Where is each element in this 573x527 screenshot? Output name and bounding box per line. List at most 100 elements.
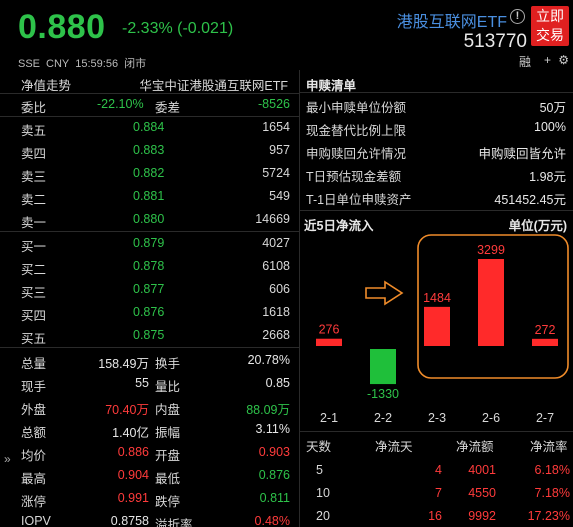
flow-amount: 4550: [468, 486, 496, 500]
sell-price: 0.883: [133, 143, 165, 157]
stat-label: 最高: [21, 472, 47, 486]
redemption-item: 现金替代比例上限 100%: [306, 117, 570, 139]
stat-value: 0.811: [259, 491, 290, 505]
add-icon[interactable]: +: [544, 53, 551, 67]
buy-row[interactable]: 买二 0.878 6108: [17, 256, 294, 279]
divider: [300, 431, 573, 432]
sell-row[interactable]: 卖三 0.882 5724: [17, 163, 294, 186]
sell-row[interactable]: 卖一 0.880 14669: [17, 209, 294, 232]
flow-amount: 9992: [468, 509, 496, 523]
col-days-inflow: 净流天: [375, 440, 413, 454]
sell-level-label: 卖二: [21, 193, 47, 207]
sell-level-label: 卖三: [21, 170, 47, 184]
flow-table-row: 5 4 4001 6.18%: [300, 460, 573, 482]
stat-value: 0.85: [265, 376, 290, 390]
margin-icon[interactable]: 融: [519, 53, 531, 70]
stat-label: 开盘: [155, 449, 181, 463]
redemption-value: 申购赎回皆允许: [478, 147, 566, 161]
bar-2-2: [370, 349, 396, 385]
stat-value: 55: [135, 376, 149, 390]
flow-rate: 6.18%: [534, 463, 570, 477]
info-icon[interactable]: !: [510, 9, 525, 24]
stat-row: 总量 158.49万 换手 20.78%: [17, 350, 294, 373]
sell-row[interactable]: 卖四 0.883 957: [17, 140, 294, 163]
buy-level-label: 买五: [21, 332, 47, 346]
buy-price: 0.879: [133, 236, 165, 250]
sell-row[interactable]: 卖五 0.884 1654: [17, 117, 294, 140]
sell-price: 0.881: [133, 189, 165, 203]
sell-price: 0.884: [133, 120, 165, 134]
flow-rate: 7.18%: [534, 486, 570, 500]
redemption-item: T-1日单位申赎资产 451452.45元: [306, 186, 570, 208]
stat-label: 量比: [155, 380, 181, 394]
market-status: 闭市: [124, 58, 147, 70]
stat-value: 88.09万: [246, 403, 290, 417]
stat-value: 158.49万: [98, 357, 149, 371]
weibi-value: -22.10%: [97, 97, 144, 111]
buy-row[interactable]: 买一 0.879 4027: [17, 233, 294, 256]
buy-level-label: 买一: [21, 240, 47, 254]
flow-days: 5: [316, 463, 323, 477]
sell-volume: 957: [269, 143, 290, 157]
buy-price: 0.878: [133, 259, 165, 273]
x-tick-label: 2-2: [374, 411, 392, 425]
stat-label: 溢折率: [155, 518, 193, 527]
redemption-value: 1.98元: [529, 170, 566, 184]
stat-label: 现手: [21, 380, 47, 394]
flow-table-row: 20 16 9992 17.23%: [300, 506, 573, 527]
flow-table-row: 10 7 4550 7.18%: [300, 483, 573, 505]
redemption-value: 100%: [534, 120, 566, 134]
buy-volume: 4027: [262, 236, 290, 250]
trade-now-button[interactable]: 立即 交易: [531, 6, 569, 46]
flow-inflow-days: 7: [435, 486, 442, 500]
settings-icon[interactable]: ⚙: [558, 53, 569, 67]
sell-level-label: 卖五: [21, 124, 47, 138]
sell-price: 0.880: [133, 212, 165, 226]
sell-row[interactable]: 卖二 0.881 549: [17, 186, 294, 209]
nav-trend-label[interactable]: 净值走势: [21, 75, 71, 94]
redemption-item: T日预估现金差额 1.98元: [306, 163, 570, 185]
buy-row[interactable]: 买五 0.875 2668: [17, 325, 294, 348]
buy-row[interactable]: 买四 0.876 1618: [17, 302, 294, 325]
buy-price: 0.876: [133, 305, 165, 319]
flow-days: 20: [316, 509, 330, 523]
stat-label: 内盘: [155, 403, 181, 417]
arrow-icon: [365, 280, 404, 306]
stat-value: 0.991: [117, 491, 149, 505]
stat-label: 振幅: [155, 426, 181, 440]
buy-row[interactable]: 买三 0.877 606: [17, 279, 294, 302]
bar-value-label: 276: [319, 323, 340, 337]
divider: [0, 347, 300, 348]
sell-price: 0.882: [133, 166, 165, 180]
stat-label: 外盘: [21, 403, 47, 417]
col-days: 天数: [306, 440, 332, 454]
exchange-label: SSE: [18, 58, 41, 70]
sell-volume: 14669: [255, 212, 290, 226]
stat-label: 涨停: [21, 495, 47, 509]
redemption-key: 最小申赎单位份额: [306, 101, 407, 115]
buy-price: 0.877: [133, 282, 165, 296]
buy-level-label: 买四: [21, 309, 47, 323]
x-tick-label: 2-1: [320, 411, 338, 425]
buy-level-label: 买二: [21, 263, 47, 277]
stat-row: 现手 55 量比 0.85: [17, 373, 294, 396]
weicha-label: 委差: [155, 101, 181, 115]
stat-label: 总量: [21, 357, 47, 371]
expand-icon[interactable]: »: [4, 452, 11, 466]
stat-label: IOPV: [21, 514, 51, 527]
bar-value-label: 272: [535, 323, 556, 337]
bar-2-3: [424, 306, 450, 346]
stat-value: 0.876: [258, 468, 290, 482]
sell-level-label: 卖一: [21, 216, 47, 230]
fund-name[interactable]: 港股互联网ETF: [397, 8, 507, 32]
weibi-label: 委比: [21, 101, 47, 115]
stat-label: 跌停: [155, 495, 181, 509]
stat-value: 0.886: [117, 445, 149, 459]
flow-inflow-days: 16: [428, 509, 442, 523]
redemption-value: 50万: [539, 101, 566, 115]
x-tick-label: 2-3: [428, 411, 446, 425]
stat-value: 70.40万: [105, 403, 149, 417]
flow-inflow-days: 4: [435, 463, 442, 477]
bar-2-6: [478, 259, 504, 346]
stat-row: 涨停 0.991 跌停 0.811: [17, 488, 294, 511]
